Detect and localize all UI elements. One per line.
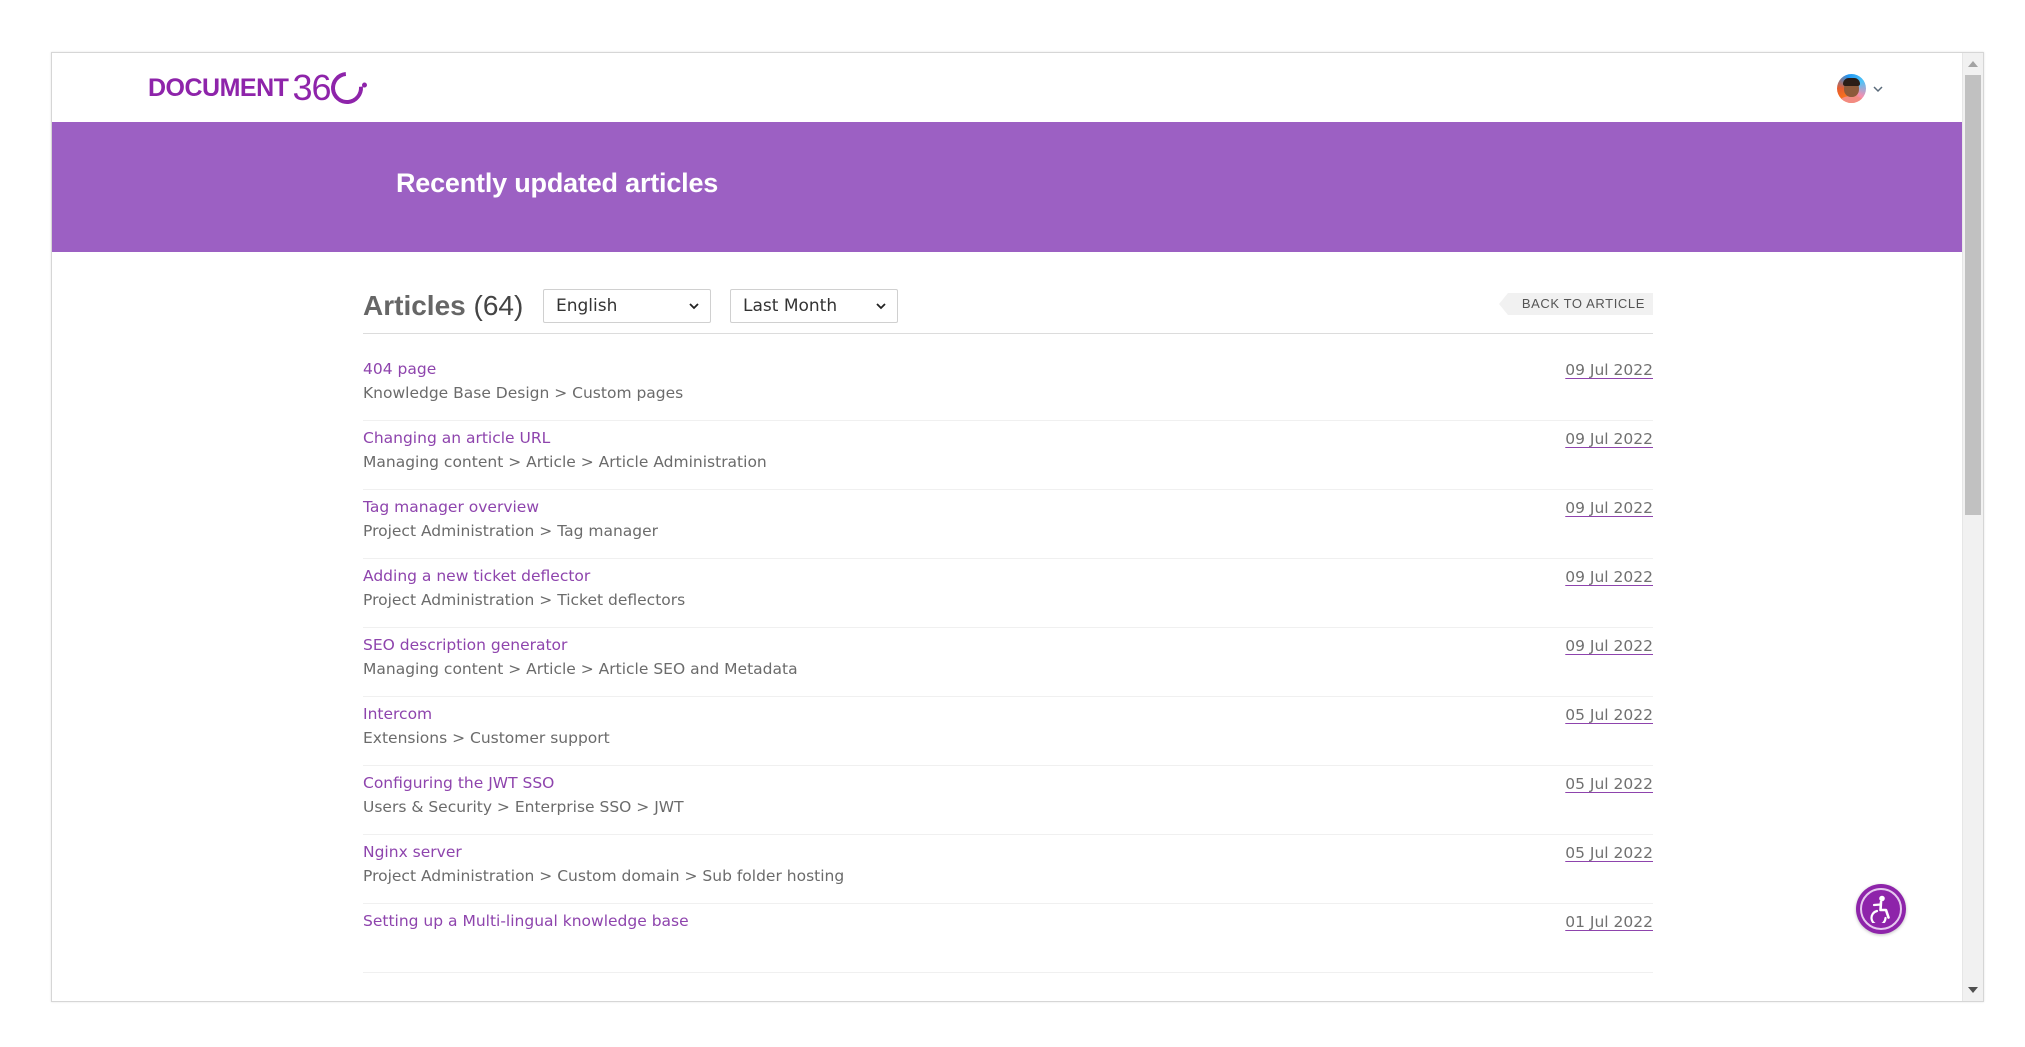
- scrollbar-thumb[interactable]: [1965, 75, 1981, 515]
- article-title-link[interactable]: Changing an article URL: [363, 429, 550, 447]
- logo-word: DOCUMENT: [148, 73, 289, 102]
- article-updated-date[interactable]: 05 Jul 2022: [1565, 775, 1653, 793]
- user-avatar[interactable]: [1837, 74, 1866, 103]
- back-to-article-button[interactable]: BACK TO ARTICLE: [1498, 293, 1653, 315]
- date-range-select-value: Last Month: [743, 296, 838, 316]
- top-navbar: DOCUMENT 36: [52, 53, 1963, 122]
- article-title-link[interactable]: Nginx server: [363, 843, 462, 861]
- scroll-down-arrow-icon[interactable]: [1968, 987, 1978, 993]
- article-updated-date[interactable]: 09 Jul 2022: [1565, 430, 1653, 448]
- article-title-link[interactable]: Intercom: [363, 705, 432, 723]
- article-category-path: Project Administration > Custom domain >…: [363, 867, 845, 885]
- articles-heading: Articles (64): [363, 290, 523, 322]
- language-select-value: English: [556, 296, 618, 316]
- scroll-up-arrow-icon[interactable]: [1968, 61, 1978, 67]
- article-updated-date[interactable]: 05 Jul 2022: [1565, 706, 1653, 724]
- article-title-link[interactable]: Setting up a Multi-lingual knowledge bas…: [363, 912, 689, 930]
- browser-window: DOCUMENT 36 Recently updated articles Ar…: [51, 52, 1984, 1002]
- article-category-path: Users & Security > Enterprise SSO > JWT: [363, 798, 684, 816]
- article-category-path: Extensions > Customer support: [363, 729, 610, 747]
- articles-toolbar: Articles (64) English Last Month BACK TO…: [363, 252, 1653, 334]
- article-category-path: Project Administration > Ticket deflecto…: [363, 591, 686, 609]
- article-title-link[interactable]: SEO description generator: [363, 636, 567, 654]
- user-menu[interactable]: [1837, 74, 1884, 103]
- document360-logo[interactable]: DOCUMENT 36: [148, 65, 371, 111]
- page-viewport: DOCUMENT 36 Recently updated articles Ar…: [52, 53, 1963, 1001]
- article-row: Changing an article URL Managing content…: [363, 421, 1653, 490]
- articles-heading-label: Articles: [363, 290, 466, 321]
- article-row: Intercom Extensions > Customer support 0…: [363, 697, 1653, 766]
- page-banner: Recently updated articles: [52, 122, 1963, 252]
- article-updated-date[interactable]: 01 Jul 2022: [1565, 913, 1653, 931]
- logo-number: 36: [292, 65, 371, 111]
- article-updated-date[interactable]: 09 Jul 2022: [1565, 361, 1653, 379]
- articles-count: (64): [473, 290, 524, 321]
- article-updated-date[interactable]: 09 Jul 2022: [1565, 568, 1653, 586]
- date-range-select[interactable]: Last Month: [730, 289, 898, 323]
- accessibility-icon: [1860, 888, 1902, 930]
- article-updated-date[interactable]: 09 Jul 2022: [1565, 499, 1653, 517]
- chevron-down-icon: [876, 303, 886, 310]
- article-title-link[interactable]: Tag manager overview: [363, 498, 539, 516]
- logo-number-text: 36: [292, 67, 331, 108]
- chevron-down-icon[interactable]: [1872, 83, 1884, 95]
- article-row: Configuring the JWT SSO Users & Security…: [363, 766, 1653, 835]
- article-updated-date[interactable]: 09 Jul 2022: [1565, 637, 1653, 655]
- article-row: Adding a new ticket deflector Project Ad…: [363, 559, 1653, 628]
- article-updated-date[interactable]: 05 Jul 2022: [1565, 844, 1653, 862]
- vertical-scrollbar[interactable]: [1962, 53, 1983, 1001]
- article-row: Setting up a Multi-lingual knowledge bas…: [363, 904, 1653, 973]
- article-row: SEO description generator Managing conte…: [363, 628, 1653, 697]
- chevron-down-icon: [689, 303, 699, 310]
- articles-list: 404 page Knowledge Base Design > Custom …: [363, 352, 1653, 973]
- accessibility-button[interactable]: [1856, 884, 1906, 934]
- article-title-link[interactable]: Configuring the JWT SSO: [363, 774, 554, 792]
- article-title-link[interactable]: 404 page: [363, 360, 436, 378]
- article-category-path: Managing content > Article > Article SEO…: [363, 660, 798, 678]
- page-title: Recently updated articles: [396, 168, 719, 198]
- article-category-path: Managing content > Article > Article Adm…: [363, 453, 767, 471]
- language-select[interactable]: English: [543, 289, 711, 323]
- article-title-link[interactable]: Adding a new ticket deflector: [363, 567, 590, 585]
- article-category-path: Project Administration > Tag manager: [363, 522, 659, 540]
- article-category-path: Knowledge Base Design > Custom pages: [363, 384, 684, 402]
- article-row: 404 page Knowledge Base Design > Custom …: [363, 352, 1653, 421]
- article-row: Tag manager overview Project Administrat…: [363, 490, 1653, 559]
- articles-section: Articles (64) English Last Month BACK TO…: [363, 252, 1653, 973]
- logo-ring-icon: [324, 65, 371, 111]
- article-row: Nginx server Project Administration > Cu…: [363, 835, 1653, 904]
